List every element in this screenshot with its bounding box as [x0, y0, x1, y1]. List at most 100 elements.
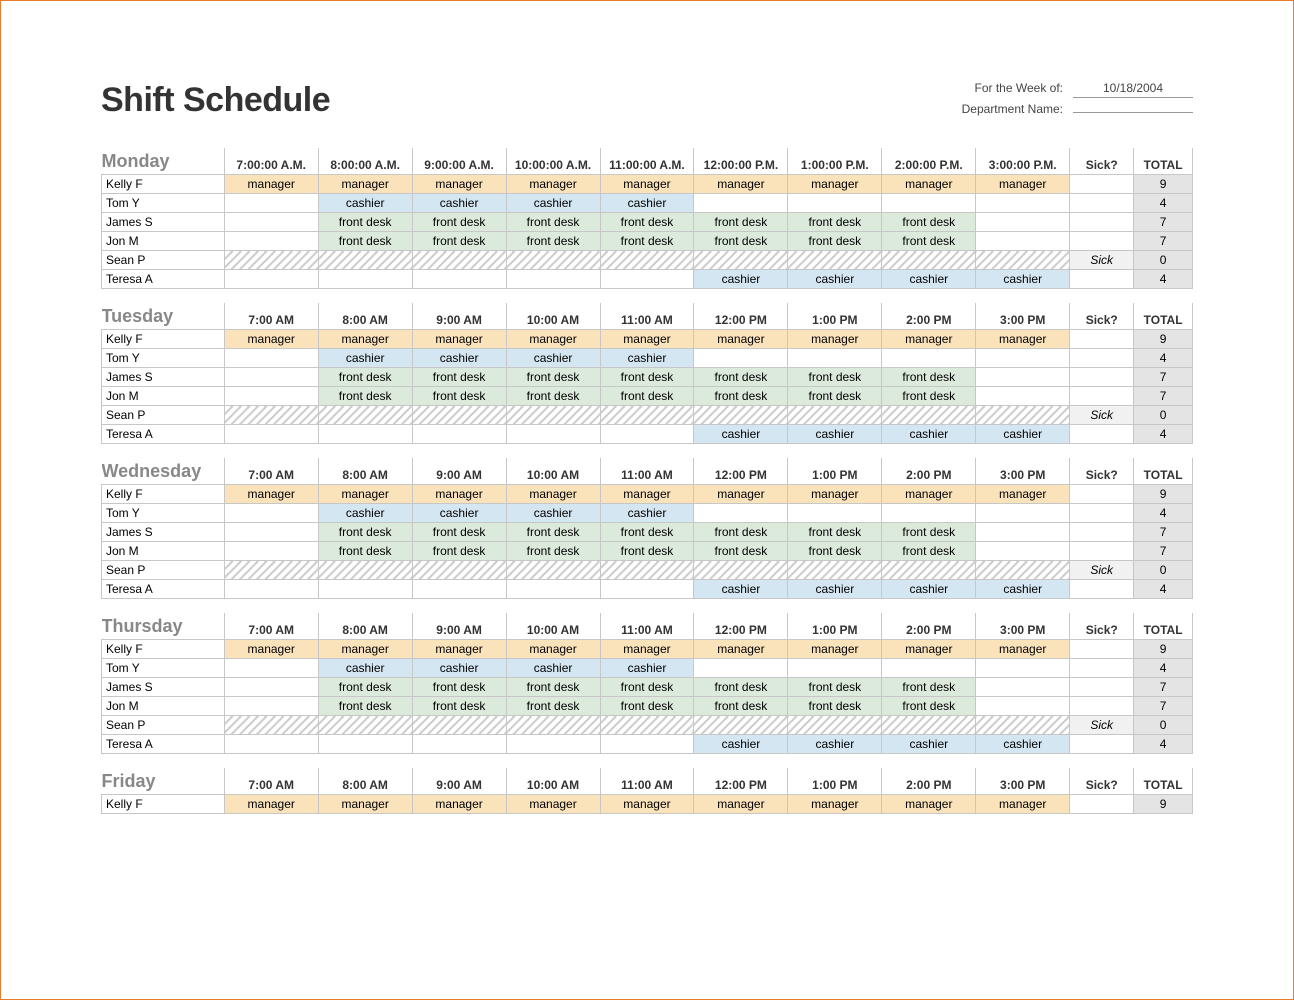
sick-header: Sick? — [1070, 768, 1134, 795]
total-cell: 7 — [1134, 213, 1193, 232]
shift-cell: manager — [318, 640, 412, 659]
schedule-table: Friday7:00 AM8:00 AM9:00 AM10:00 AM11:00… — [101, 768, 1193, 814]
shift-cell: front desk — [694, 678, 788, 697]
shift-cell: manager — [224, 330, 318, 349]
table-row: Jon Mfront deskfront deskfront deskfront… — [102, 232, 1193, 251]
employee-name: Kelly F — [102, 640, 225, 659]
sick-cell — [1070, 175, 1134, 194]
shift-cell: manager — [318, 795, 412, 814]
employee-name: Tom Y — [102, 504, 225, 523]
shift-cell — [976, 368, 1070, 387]
time-header: 12:00 PM — [694, 613, 788, 640]
shift-cell: manager — [412, 485, 506, 504]
time-header: 8:00:00 A.M. — [318, 148, 412, 175]
shift-cell — [318, 735, 412, 754]
shift-cell: cashier — [318, 349, 412, 368]
shift-cell: front desk — [506, 213, 600, 232]
employee-name: Jon M — [102, 232, 225, 251]
shift-cell — [318, 251, 412, 270]
total-cell: 4 — [1134, 425, 1193, 444]
shift-cell — [600, 716, 694, 735]
shift-cell: manager — [976, 795, 1070, 814]
time-header: 1:00 PM — [788, 613, 882, 640]
shift-cell — [506, 561, 600, 580]
shift-cell: cashier — [318, 194, 412, 213]
table-row: Teresa Acashiercashiercashiercashier4 — [102, 735, 1193, 754]
shift-cell — [224, 678, 318, 697]
shift-cell — [976, 406, 1070, 425]
shift-cell: front desk — [694, 368, 788, 387]
shift-cell — [600, 735, 694, 754]
table-row: James Sfront deskfront deskfront deskfro… — [102, 523, 1193, 542]
shift-cell — [224, 213, 318, 232]
time-header: 7:00 AM — [224, 768, 318, 795]
shift-cell: front desk — [882, 213, 976, 232]
shift-cell: cashier — [694, 580, 788, 599]
shift-cell: front desk — [694, 232, 788, 251]
shift-cell: manager — [318, 485, 412, 504]
shift-cell: cashier — [506, 349, 600, 368]
page-title: Shift Schedule — [101, 81, 330, 120]
shift-cell: front desk — [882, 678, 976, 697]
shift-cell — [412, 561, 506, 580]
day-block: Friday7:00 AM8:00 AM9:00 AM10:00 AM11:00… — [101, 768, 1193, 814]
total-cell: 7 — [1134, 232, 1193, 251]
shift-cell: front desk — [882, 232, 976, 251]
shift-cell — [506, 270, 600, 289]
shift-cell — [788, 406, 882, 425]
employee-name: Kelly F — [102, 485, 225, 504]
sick-cell — [1070, 330, 1134, 349]
shift-cell — [412, 251, 506, 270]
shift-cell: front desk — [882, 523, 976, 542]
shift-cell: cashier — [882, 270, 976, 289]
shift-cell — [224, 387, 318, 406]
shift-cell: cashier — [976, 425, 1070, 444]
shift-cell: manager — [882, 485, 976, 504]
shift-cell — [788, 251, 882, 270]
shift-cell — [600, 270, 694, 289]
table-row: Sean PSick0 — [102, 251, 1193, 270]
shift-cell: front desk — [412, 542, 506, 561]
shift-cell — [600, 425, 694, 444]
table-row: Tom Ycashiercashiercashiercashier4 — [102, 349, 1193, 368]
time-header: 8:00 AM — [318, 303, 412, 330]
shift-cell: cashier — [600, 349, 694, 368]
shift-cell — [788, 659, 882, 678]
sick-cell — [1070, 735, 1134, 754]
total-header: TOTAL — [1134, 768, 1193, 795]
shift-cell — [882, 194, 976, 213]
schedule-table: Monday7:00:00 A.M.8:00:00 A.M.9:00:00 A.… — [101, 148, 1193, 289]
shift-cell — [976, 387, 1070, 406]
shift-cell — [976, 349, 1070, 368]
time-header: 10:00:00 A.M. — [506, 148, 600, 175]
total-cell: 9 — [1134, 795, 1193, 814]
employee-name: Kelly F — [102, 795, 225, 814]
total-cell: 4 — [1134, 504, 1193, 523]
table-row: James Sfront deskfront deskfront deskfro… — [102, 368, 1193, 387]
shift-cell: manager — [788, 330, 882, 349]
shift-cell: front desk — [788, 523, 882, 542]
shift-cell: front desk — [600, 232, 694, 251]
shift-cell: manager — [788, 640, 882, 659]
time-header: 3:00 PM — [976, 768, 1070, 795]
total-cell: 9 — [1134, 330, 1193, 349]
table-row: Teresa Acashiercashiercashiercashier4 — [102, 270, 1193, 289]
time-header: 2:00:00 P.M. — [882, 148, 976, 175]
shift-cell: manager — [412, 795, 506, 814]
shift-cell: cashier — [694, 425, 788, 444]
sick-cell — [1070, 659, 1134, 678]
shift-cell — [976, 716, 1070, 735]
shift-cell: front desk — [600, 523, 694, 542]
shift-cell: manager — [412, 330, 506, 349]
table-row: Teresa Acashiercashiercashiercashier4 — [102, 425, 1193, 444]
shift-cell: front desk — [788, 678, 882, 697]
time-header: 9:00 AM — [412, 768, 506, 795]
shift-cell: front desk — [600, 368, 694, 387]
time-header: 8:00 AM — [318, 613, 412, 640]
shift-cell — [224, 406, 318, 425]
shift-cell — [506, 425, 600, 444]
table-row: Jon Mfront deskfront deskfront deskfront… — [102, 387, 1193, 406]
sick-cell — [1070, 425, 1134, 444]
shift-cell — [882, 561, 976, 580]
shift-cell: front desk — [882, 697, 976, 716]
